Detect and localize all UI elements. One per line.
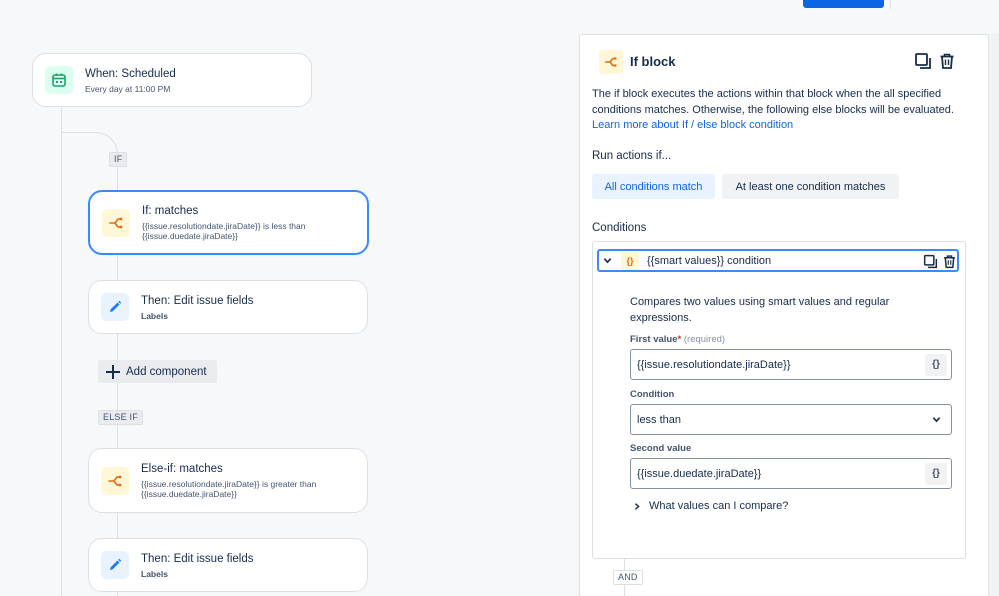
trigger-subtitle: Every day at 11:00 PM [85, 83, 171, 94]
trash-icon[interactable] [937, 51, 957, 71]
branch-icon [101, 466, 129, 495]
then-edit-issue-card-1[interactable]: Then: Edit issue fields Labels [88, 280, 368, 334]
second-value-input[interactable]: {{issue.duedate.jiraDate}} {} [630, 458, 952, 489]
condition-title: {{smart values}} condition [647, 254, 772, 267]
branch-icon [102, 208, 130, 237]
add-component-label: Add component [126, 365, 207, 378]
else-if-subtitle-line2: {{issue.duedate.jiraDate}} [141, 489, 237, 499]
second-value-label: Second value [630, 443, 692, 454]
trigger-title: When: Scheduled [85, 67, 176, 80]
top-divider [890, 0, 891, 9]
pencil-icon [101, 293, 129, 321]
condition-select-label: Condition [630, 389, 675, 400]
plus-icon [106, 364, 120, 379]
pencil-icon [101, 551, 129, 579]
chevron-right-icon [633, 502, 641, 511]
if-subtitle-line2: {{issue.duedate.jiraDate}} [142, 231, 238, 241]
panel-title: If block [630, 54, 676, 69]
first-value-text: {{issue.resolutiondate.jiraDate}} [637, 358, 791, 371]
smart-value-picker-button[interactable]: {} [925, 353, 947, 376]
main-connector [61, 106, 62, 596]
chevron-down-icon [932, 415, 941, 424]
required-star: * [677, 334, 682, 345]
at-least-one-condition-option[interactable]: At least one condition matches [722, 174, 899, 199]
chevron-down-icon[interactable] [603, 256, 613, 265]
first-value-label-text: First value [630, 334, 678, 345]
then-subtitle-2: Labels [141, 568, 168, 579]
run-actions-label: Run actions if... [592, 150, 672, 162]
then-subtitle-1: Labels [141, 310, 168, 321]
branch-icon [599, 50, 623, 74]
then-edit-issue-card-2[interactable]: Then: Edit issue fields Labels [88, 538, 368, 592]
else-if-condition-card[interactable]: Else-if: matches {{issue.resolutiondate.… [88, 448, 368, 513]
if-title: If: matches [142, 205, 199, 217]
panel-description-text: The if block executes the actions within… [592, 88, 954, 116]
then-title-1: Then: Edit issue fields [141, 294, 254, 307]
what-values-toggle[interactable]: What values can I compare? [633, 500, 788, 512]
add-component-button[interactable]: Add component [98, 360, 217, 383]
then-title-2: Then: Edit issue fields [141, 552, 254, 565]
condition-select[interactable]: less than [630, 404, 952, 435]
else-if-title: Else-if: matches [141, 463, 223, 475]
what-values-label: What values can I compare? [649, 500, 789, 512]
smart-value-icon: {} [621, 251, 639, 270]
duplicate-icon[interactable] [913, 51, 933, 71]
condition-description: Compares two values using smart values a… [630, 296, 890, 324]
panel-scrollbar[interactable] [988, 34, 999, 596]
if-subtitle-line1: {{issue.resolutiondate.jiraDate}} is les… [142, 221, 306, 231]
trash-icon[interactable] [939, 251, 959, 271]
trigger-card[interactable]: When: Scheduled Every day at 11:00 PM [32, 53, 312, 107]
else-if-subtitle-line1: {{issue.resolutiondate.jiraDate}} is gre… [141, 479, 317, 489]
second-value-text: {{issue.duedate.jiraDate}} [637, 467, 762, 480]
conditions-label: Conditions [592, 222, 647, 234]
learn-more-link[interactable]: Learn more about If / else block conditi… [592, 119, 793, 131]
if-block-panel: If block The if block executes the actio… [579, 34, 989, 596]
duplicate-icon[interactable] [920, 251, 940, 271]
top-primary-button[interactable] [803, 0, 884, 8]
if-condition-card[interactable]: If: matches {{issue.resolutiondate.jiraD… [88, 190, 369, 255]
calendar-icon [45, 66, 73, 94]
all-conditions-match-option[interactable]: All conditions match [592, 174, 715, 199]
else-if-lozenge: ELSE IF [98, 410, 143, 425]
smart-value-picker-button[interactable]: {} [925, 462, 947, 485]
first-value-input[interactable]: {{issue.resolutiondate.jiraDate}} {} [630, 349, 952, 380]
if-lozenge: IF [109, 152, 128, 167]
panel-description: The if block executes the actions within… [592, 87, 972, 134]
condition-select-value: less than [637, 413, 682, 426]
required-hint: (required) [683, 334, 726, 345]
first-value-label: First value* (required) [630, 334, 725, 345]
condition-container: {} {{smart values}} condition Compares t… [592, 241, 966, 559]
condition-header[interactable]: {} {{smart values}} condition [597, 249, 959, 272]
and-lozenge: AND [613, 570, 643, 585]
